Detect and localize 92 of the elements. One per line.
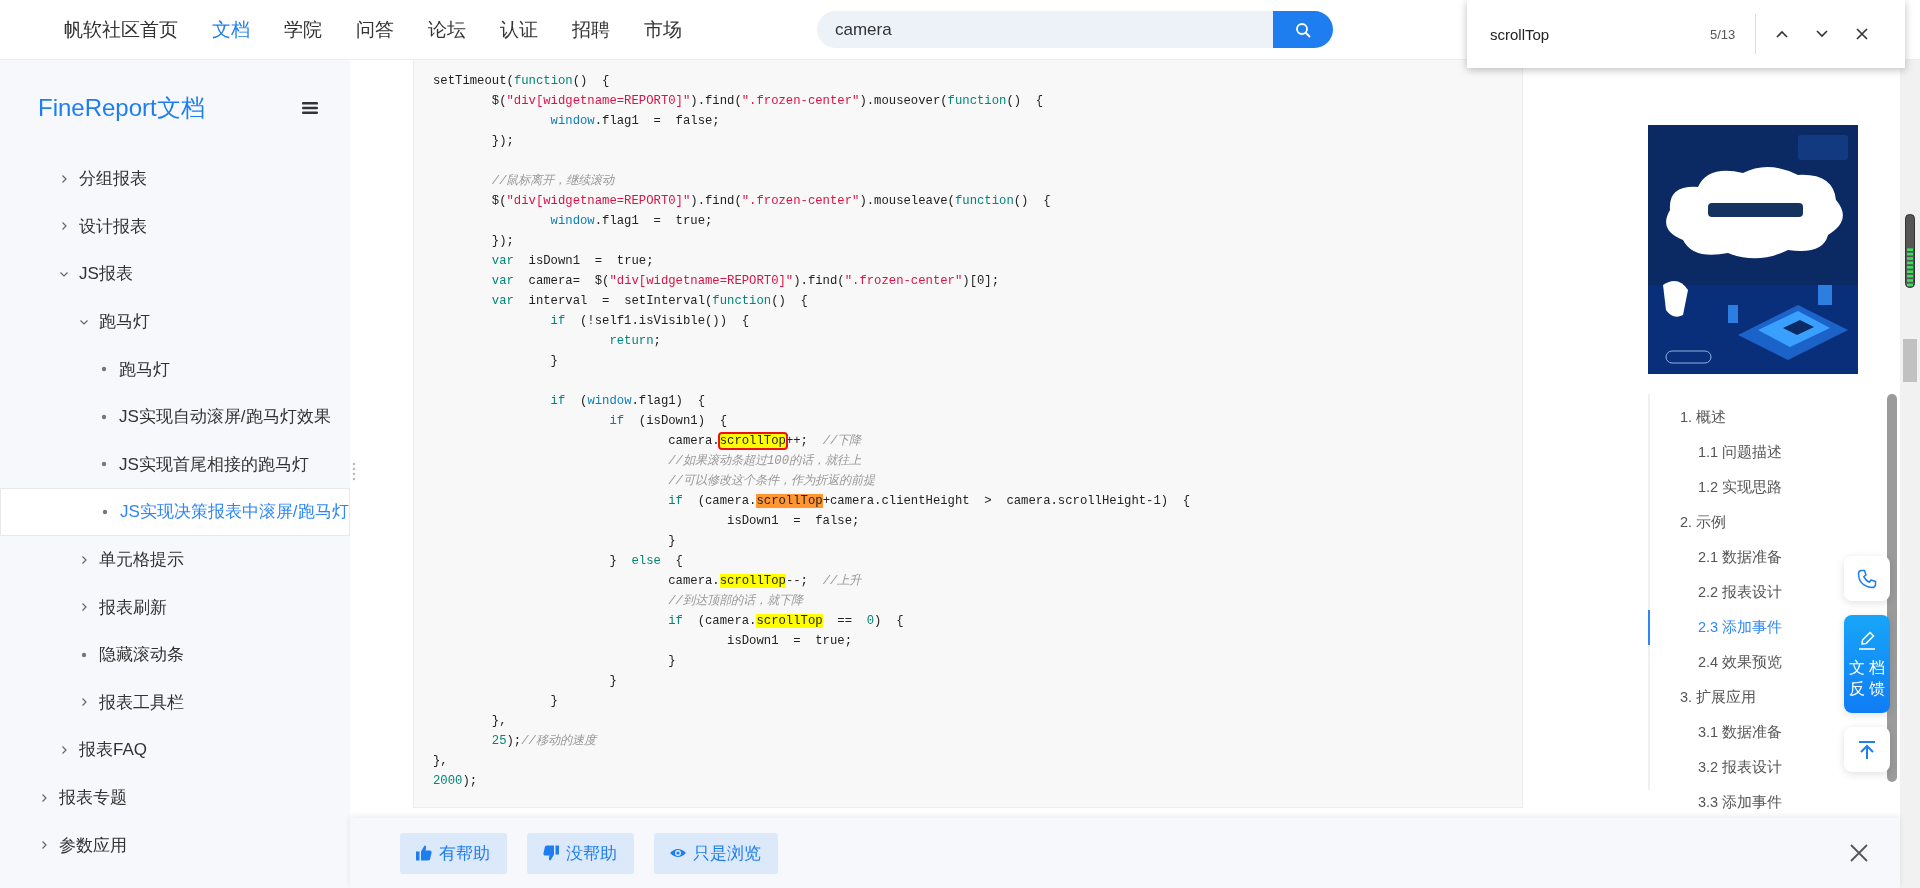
toc-item[interactable]: 2.1 数据准备	[1648, 540, 1783, 575]
nav-link[interactable]: 问答	[356, 16, 394, 43]
nav-link[interactable]: 帆软社区首页	[64, 16, 178, 43]
code-line: if (window.flag1) {	[550, 394, 705, 408]
code-line: //如果滚动条超过100的话，就往上	[668, 454, 861, 468]
search-icon	[1295, 21, 1311, 38]
code-line: //可以修改这个条件，作为折返的前提	[668, 474, 875, 488]
sidebar-item[interactable]: 单元格提示	[0, 535, 350, 584]
thumbs-up-icon	[415, 844, 433, 862]
code-line: var isDown1 = true;	[491, 254, 654, 268]
sidebar-item[interactable]: 跑马灯	[0, 345, 350, 393]
code-line: }	[668, 534, 676, 548]
sidebar-item[interactable]: JS实现决策报表中滚屏/跑马灯	[0, 488, 350, 536]
sidebar-item[interactable]: JS实现自动滚屏/跑马灯效果	[0, 392, 350, 441]
toc-item[interactable]: 2. 示例	[1648, 505, 1727, 540]
code-line: //到达顶部的话，就下降	[668, 594, 803, 608]
code-line: $("div[widgetname=REPORT0]").find(".frozen-center").mouseleave(function() {	[491, 194, 1051, 208]
code-line: if (camera.scrollTop == 0) {	[668, 614, 904, 628]
phone-icon	[1856, 567, 1878, 590]
sidebar-item[interactable]: 报表FAQ	[0, 726, 350, 774]
code-line: $("div[widgetname=REPORT0]").find(".frozen-center").mouseover(function() {	[491, 94, 1044, 108]
chevron-down-icon[interactable]	[1816, 30, 1828, 38]
nav-link[interactable]: 论坛	[428, 16, 466, 43]
code-line: camera.scrollTop--; //上升	[668, 574, 862, 588]
match-count: 5/13	[1710, 26, 1737, 42]
search-field[interactable]: camera	[817, 11, 1273, 48]
nav-link[interactable]: 认证	[500, 16, 538, 43]
feedback-button[interactable]: 文档反馈	[1844, 615, 1890, 713]
toc-item[interactable]: 3. 扩展应用	[1648, 680, 1757, 715]
close-icon[interactable]	[1850, 844, 1868, 862]
code-line: camera.scrollTop++; //下降	[668, 434, 862, 448]
code-line: }	[609, 674, 617, 688]
page-scrollbar[interactable]	[1900, 60, 1920, 888]
sidebar-item[interactable]: JS实现首尾相接的跑马灯	[0, 440, 350, 489]
code-line: //鼠标离开，继续滚动	[491, 174, 615, 188]
arrow-up-icon	[1856, 738, 1878, 761]
nav-link[interactable]: 招聘	[572, 16, 610, 43]
nav-link[interactable]: 市场	[644, 16, 682, 43]
sidebar-item[interactable]: 参数应用	[0, 821, 350, 869]
code-line: }	[668, 654, 676, 668]
toc-item[interactable]: 1.2 实现思路	[1648, 470, 1783, 505]
nav-link[interactable]: 学院	[284, 16, 322, 43]
code-line: if (camera.scrollTop+camera.clientHeight > camera.scrollHeight-1) {	[668, 494, 1191, 508]
code-line: }	[550, 354, 558, 368]
toc-item[interactable]: 1.1 问题描述	[1648, 435, 1783, 470]
pencil-icon	[1857, 629, 1877, 651]
sidebar-item[interactable]: 隐藏滚动条	[0, 630, 350, 679]
code-line: isDown1 = false;	[727, 514, 860, 528]
code-line: }	[550, 694, 558, 708]
back-to-top-button[interactable]	[1844, 727, 1890, 772]
toc-item[interactable]: 2.4 效果预览	[1648, 645, 1783, 680]
toc-item[interactable]: 2.2 报表设计	[1648, 575, 1783, 610]
code-line: window.flag1 = true;	[550, 214, 713, 228]
code-line: var camera= $("div[widgetname=REPORT0]").find(".frozen-center")[0];	[491, 274, 1000, 288]
find-field[interactable]: scrollTop	[1490, 25, 1710, 43]
sidebar-item[interactable]: JS报表	[0, 250, 350, 298]
menu-icon[interactable]	[302, 100, 318, 115]
sidebar-item[interactable]: 分组报表	[0, 155, 350, 203]
code-line: });	[491, 134, 514, 148]
meter-icon	[1905, 214, 1915, 288]
code-line: });	[491, 234, 514, 248]
code-line: if (!self1.isVisible()) {	[550, 314, 750, 328]
nav-link[interactable]: 文档	[212, 16, 250, 43]
sidebar-item[interactable]: 设计报表	[0, 202, 350, 251]
sidebar-item[interactable]: 报表工具栏	[0, 678, 350, 727]
code-line: 2000);	[433, 774, 478, 788]
toc-item[interactable]: 3.1 数据准备	[1648, 715, 1783, 750]
search-button[interactable]	[1273, 11, 1333, 48]
sidebar-item[interactable]: 跑马灯	[0, 297, 350, 346]
code-line: return;	[609, 334, 661, 348]
code-line: window.flag1 = false;	[550, 114, 720, 128]
resize-handle-icon[interactable]	[352, 462, 356, 482]
code-line: var interval = setInterval(function() {	[491, 294, 808, 308]
toc-item[interactable]: 3.2 报表设计	[1648, 750, 1783, 785]
toc-item[interactable]: 3.3 添加事件	[1648, 785, 1783, 820]
code-line: } else {	[609, 554, 683, 568]
code-line: isDown1 = true;	[727, 634, 853, 648]
sidebar-item[interactable]: 报表专题	[0, 773, 350, 822]
close-icon[interactable]	[1856, 28, 1868, 40]
chevron-up-icon[interactable]	[1776, 30, 1788, 38]
phone-button[interactable]	[1844, 556, 1890, 601]
toc-item[interactable]: 1. 概述	[1648, 400, 1727, 435]
code-line: if (isDown1) {	[609, 414, 728, 428]
toc-item[interactable]: 2.3 添加事件	[1648, 610, 1783, 645]
scrollbar-thumb[interactable]	[1903, 339, 1917, 382]
code-line: setTimeout(function() {	[433, 74, 610, 88]
sidebar-item[interactable]: 报表刷新	[0, 583, 350, 631]
code-line: 25);//移动的速度	[491, 734, 596, 748]
docs-title[interactable]: FineReport文档	[38, 91, 205, 124]
thumbs-down-icon	[542, 844, 560, 862]
code-line: },	[433, 754, 448, 768]
code-line: },	[491, 714, 507, 728]
